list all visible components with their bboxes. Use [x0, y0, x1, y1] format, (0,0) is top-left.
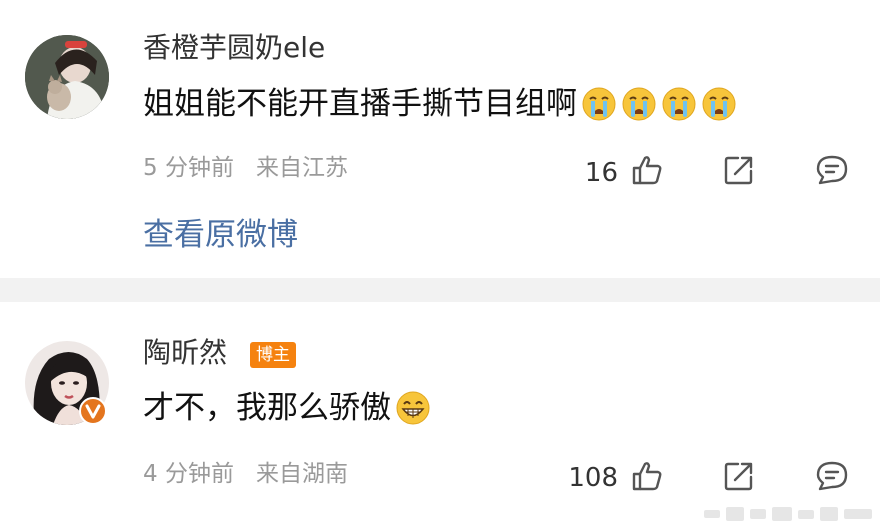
comment-icon[interactable]: [815, 459, 849, 493]
username[interactable]: 香橙芋圆奶ele: [143, 34, 325, 62]
comment-text: 才不，我那么骄傲: [143, 390, 431, 426]
comment-content: 姐姐能不能开直播手撕节目组啊: [143, 85, 577, 122]
crying-face-icon: [581, 86, 617, 122]
comment-time: 5 分钟前: [143, 155, 234, 181]
share-icon[interactable]: [722, 153, 756, 187]
thumbs-up-icon[interactable]: [630, 153, 664, 187]
like-count: 16: [584, 158, 618, 188]
comment-icon[interactable]: [815, 153, 849, 187]
grinning-face-icon: [395, 390, 431, 426]
crying-face-icon: [661, 86, 697, 122]
comment-card: 香橙芋圆奶ele 姐姐能不能开直播手撕节目组啊 5 分钟前 来自江苏 16 查看原…: [0, 0, 880, 278]
comment-location: 来自湖南: [255, 461, 348, 487]
share-icon[interactable]: [722, 459, 756, 493]
crying-face-icon: [621, 86, 657, 122]
comment-meta: 5 分钟前 来自江苏: [143, 157, 348, 180]
divider: [0, 278, 880, 302]
view-original-post-link[interactable]: 查看原微博: [143, 220, 298, 251]
watermark: [704, 504, 874, 524]
comment-card: 陶昕然 博主 才不，我那么骄傲 4 分钟前 来自湖南 108: [0, 302, 880, 530]
comment-time: 4 分钟前: [143, 461, 234, 487]
author-badge: 博主: [250, 342, 296, 368]
verified-icon: [79, 397, 107, 425]
comment-location: 来自江苏: [255, 155, 348, 181]
avatar[interactable]: [25, 35, 109, 119]
thumbs-up-icon[interactable]: [630, 459, 664, 493]
comment-meta: 4 分钟前 来自湖南: [143, 463, 348, 486]
like-count: 108: [568, 463, 618, 493]
comment-text: 姐姐能不能开直播手撕节目组啊: [143, 86, 737, 122]
username[interactable]: 陶昕然: [143, 339, 227, 367]
comment-content: 才不，我那么骄傲: [143, 389, 391, 426]
crying-face-icon: [701, 86, 737, 122]
